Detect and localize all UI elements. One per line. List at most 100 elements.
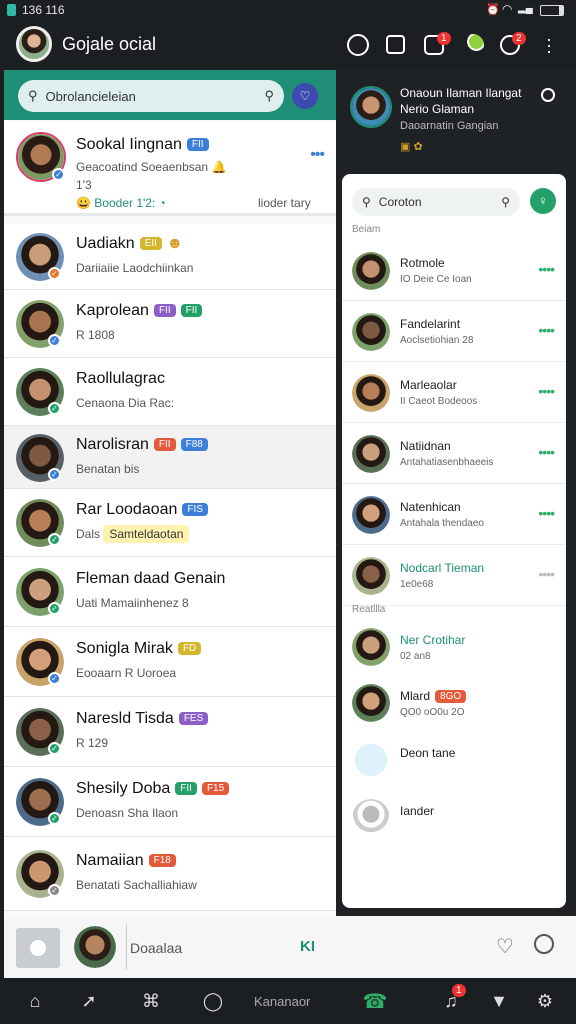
contact-badge: FII (186, 138, 209, 152)
timer-icon[interactable] (347, 34, 369, 56)
new-chat-badge: 2 (512, 32, 526, 45)
member-row[interactable]: Rotmole IO Deie Ce Ioan •••• (342, 240, 566, 301)
contact-name: Sookal Iingnan FII (76, 136, 209, 154)
filter-icon[interactable]: ♡ (292, 83, 318, 109)
contact-name: Narolisran FII F88 (76, 436, 208, 454)
avatar (352, 312, 390, 351)
profile-avatar[interactable] (16, 26, 52, 62)
add-member-icon[interactable]: ♀ (530, 188, 556, 214)
online-indicator-icon[interactable]: •••• (538, 566, 555, 582)
member-row[interactable]: Iander (342, 788, 566, 848)
verified-icon: ✓ (48, 884, 61, 897)
member-row[interactable]: Natiidnan Antahatiasenbhaeeis •••• (342, 423, 566, 484)
contact-name: Naresld Tisda FES (76, 710, 209, 728)
contact-row[interactable]: ✓ Rar Loodaoan FIS Dals Samteldaotan (4, 489, 336, 557)
share-icon[interactable]: ➚ (76, 988, 102, 1014)
section-label-2: Reatllla (352, 604, 386, 615)
online-status-icon[interactable] (462, 34, 484, 56)
more-options-icon[interactable]: ••• (310, 146, 325, 164)
avatar (352, 628, 390, 666)
member-subtitle: Aoclsetiohian 28 (400, 334, 474, 346)
chat-search-input[interactable]: ⚲ Obrolancieleian ⚲ (18, 80, 284, 112)
member-subtitle: 1e0e68 (400, 578, 434, 590)
settings-icon[interactable]: ⚙ (532, 988, 558, 1014)
more-menu-icon[interactable]: · · · (546, 30, 552, 60)
app-notification-icon (7, 4, 16, 16)
user-icon[interactable] (534, 934, 554, 954)
member-name: Marleaolar (400, 377, 457, 392)
pinned-line-1: Geacoatind Soeaenbsan 🔔 (76, 160, 227, 174)
search-icon: ⚲ (28, 88, 38, 103)
nav-center-label[interactable]: Kananaor (254, 994, 310, 1009)
verified-icon: ✓ (48, 334, 61, 347)
member-subtitle: 02 an8 (400, 651, 431, 662)
groups-icon[interactable]: ⌘ (138, 988, 164, 1014)
avatar[interactable] (350, 86, 392, 128)
contact-row[interactable]: ✓ Uadiakn EII ☻ Dariiaiie Laodchiinkan (4, 224, 336, 290)
online-indicator-icon[interactable]: •••• (538, 444, 555, 460)
member-name: Deon tane (400, 746, 456, 760)
search-icon[interactable]: ⚲ (501, 195, 510, 209)
chat-search-placeholder: Obrolancieleian (45, 88, 136, 104)
contact-row[interactable]: ✓ Namaiian F18 Benatati Sachalliahiaw (4, 837, 336, 911)
contact-row[interactable]: ✓ Narolisran FII F88 Benatan bis (4, 426, 336, 489)
status-icon[interactable] (386, 35, 405, 54)
wifi-icon: ◠ (502, 2, 513, 16)
contact-row[interactable]: ✓ Shesily Doba FII F15 Denoasn Sha Ilaon (4, 767, 336, 837)
contact-name: Raollulagrac (76, 370, 165, 387)
contact-subtitle: Eooaarn R Uoroea (76, 666, 177, 680)
attach-image-icon[interactable] (16, 928, 60, 968)
contact-subtitle: Uati Mamaiinhenez 8 (76, 596, 189, 610)
contact-row[interactable]: ✓ Fleman daad Genain Uati Mamaiinhenez 8 (4, 557, 336, 627)
contact-row[interactable]: ✓ Naresld Tisda FES R 129 (4, 697, 336, 767)
contact-subtitle: R 1808 (76, 328, 115, 342)
divider (126, 924, 127, 970)
verified-icon: ✓ (48, 402, 61, 415)
highlight-tag: Samteldaotan (103, 525, 190, 543)
bottom-navigation: ⌂ ➚ ⌘ ◯ Kananaor ☎ ♫ 1 ▼ ⚙ (0, 978, 576, 1024)
member-row[interactable]: Marleaolar II Caeot Bodeoos •••• (342, 362, 566, 423)
contact-subtitle: Denoasn Sha Ilaon (76, 806, 179, 820)
member-row[interactable]: Deon tane (342, 732, 566, 788)
member-name: Natiidnan (400, 438, 451, 453)
detail-subtitle: Daoarnatin Gangian (400, 120, 499, 132)
member-search-input[interactable]: ⚲ Coroton ⚲ (352, 188, 520, 216)
verified-icon: ✓ (48, 742, 61, 755)
member-row[interactable]: Natenhican Antahala thendaeo •••• (342, 484, 566, 545)
member-row[interactable]: Nodcarl Tieman 1e0e68 •••• (342, 545, 566, 606)
requests-badge: 1 (437, 32, 451, 45)
contact-row[interactable]: ✓ Raollulagrac Cenaona Dia Rac: (4, 358, 336, 426)
avatar (74, 926, 116, 968)
left-search-bar: ⚲ Obrolancieleian ⚲ ♡ (4, 70, 336, 120)
pinned-chat-row[interactable]: ✓ Sookal Iingnan FII Geacoatind Soeaenbsa… (4, 122, 336, 216)
member-row[interactable]: Fandelarint Aoclsetiohian 28 •••• (342, 301, 566, 362)
detail-panel: Onaoun Ilaman Ilangat Nerio Glaman Daoar… (336, 70, 576, 916)
contact-subtitle: Benatan bis (76, 461, 140, 476)
verified-icon: ✓ (48, 467, 61, 481)
contact-badge: EII (139, 237, 162, 251)
signal-icon: ▂▄ (518, 3, 533, 14)
member-search-placeholder: Coroton (378, 195, 422, 209)
online-indicator-icon[interactable]: •••• (538, 261, 555, 277)
home-icon[interactable]: ⌂ (22, 988, 48, 1014)
search-icon[interactable]: ⚲ (264, 88, 274, 104)
bookmark-icon[interactable]: ▼ (486, 988, 512, 1014)
reaction-icon[interactable]: ♡ (496, 934, 514, 959)
search-nav-icon[interactable]: ◯ (200, 988, 226, 1014)
online-indicator-icon[interactable]: •••• (538, 505, 555, 521)
contact-badge: FII (180, 304, 203, 318)
contact-row[interactable]: ✓ Sonigla Mirak FD Eooaarn R Uoroea (4, 627, 336, 697)
contact-row[interactable]: ✓ Kaprolean FII FII R 1808 (4, 290, 336, 358)
member-row[interactable]: Ner Crotihar 02 an8 (342, 620, 566, 674)
send-button[interactable]: KI (300, 938, 315, 955)
member-row[interactable]: Mlard 8GO QO0 oO0u 2O (342, 674, 566, 732)
chats-icon[interactable]: ☎ (362, 988, 388, 1014)
clock-icon[interactable] (541, 88, 555, 102)
contact-badge: F88 (180, 437, 208, 451)
member-name: Mlard 8GO (400, 689, 467, 704)
detail-title: Onaoun Ilaman Ilangat (400, 86, 522, 100)
message-input[interactable]: Doaalaa (130, 940, 182, 956)
contact-name: Shesily Doba FII F15 (76, 780, 230, 798)
online-indicator-icon[interactable]: •••• (538, 322, 555, 338)
online-indicator-icon[interactable]: •••• (538, 383, 555, 399)
